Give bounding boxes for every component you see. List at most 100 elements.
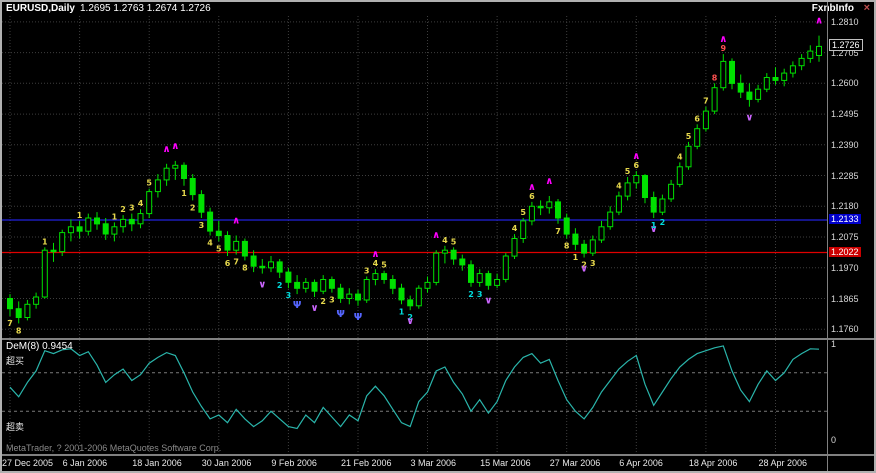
svg-text:3: 3 — [129, 204, 135, 213]
price-axis-label: 1.1865 — [831, 294, 859, 304]
svg-text:7: 7 — [233, 258, 239, 267]
svg-text:4: 4 — [677, 152, 683, 161]
svg-text:∧: ∧ — [528, 182, 536, 193]
svg-text:∨: ∨ — [258, 280, 266, 291]
svg-text:2: 2 — [277, 281, 283, 290]
time-axis-label: 18 Jan 2006 — [132, 458, 182, 468]
svg-text:8: 8 — [16, 326, 22, 335]
svg-text:Ψ: Ψ — [293, 300, 302, 311]
price-axis-label: 1.2390 — [831, 140, 859, 150]
svg-text:1: 1 — [42, 237, 48, 246]
svg-text:∧: ∧ — [815, 16, 823, 27]
svg-text:5: 5 — [216, 244, 222, 253]
time-axis-label: 6 Jan 2006 — [63, 458, 108, 468]
svg-text:∧: ∧ — [171, 141, 179, 152]
hline-price-label: 1.2133 — [829, 214, 861, 224]
svg-text:5: 5 — [520, 208, 526, 217]
svg-text:5: 5 — [625, 167, 631, 176]
svg-text:2: 2 — [320, 297, 326, 306]
svg-text:1: 1 — [573, 253, 579, 262]
svg-text:2: 2 — [190, 203, 196, 212]
time-axis-label: 9 Feb 2006 — [271, 458, 317, 468]
svg-text:∧: ∧ — [163, 144, 171, 155]
svg-text:Ψ: Ψ — [354, 312, 363, 323]
svg-text:7: 7 — [7, 319, 13, 328]
svg-text:∧: ∧ — [719, 34, 727, 45]
time-axis: 27 Dec 2005 6 Jan 2006 18 Jan 2006 30 Jan 2… — [2, 456, 827, 471]
price-axis-label: 1.2600 — [831, 78, 859, 88]
price-axis-label: 1.2495 — [831, 109, 859, 119]
titlebar: EURUSD,Daily 1.2695 1.2763 1.2674 1.2726… — [2, 2, 874, 16]
time-axis-label: 27 Mar 2006 — [550, 458, 601, 468]
copyright-text: MetaTrader, ? 2001-2006 MetaQuotes Softw… — [6, 443, 221, 453]
time-axis-label: 30 Jan 2006 — [202, 458, 252, 468]
price-chart[interactable]: 781112345∧∧12345678∧∨23Ψ∨23ΨΨ345∧12∨∧452… — [2, 16, 827, 338]
svg-text:7: 7 — [555, 227, 561, 236]
demarker-chart[interactable] — [2, 340, 827, 454]
price-axis-label: 1.2810 — [831, 17, 859, 27]
svg-text:1: 1 — [651, 221, 657, 230]
svg-text:5: 5 — [146, 179, 152, 188]
indicator-axis-label: 1 — [831, 339, 836, 349]
indicator-name: DeM(8) — [6, 341, 39, 352]
svg-text:3: 3 — [364, 267, 370, 276]
svg-text:1: 1 — [112, 212, 118, 221]
price-chart-area[interactable]: 781112345∧∧12345678∧∨23Ψ∨23ΨΨ345∧12∨∧452… — [2, 16, 827, 338]
svg-text:∨: ∨ — [310, 303, 318, 314]
svg-text:6: 6 — [694, 114, 700, 123]
svg-text:2: 2 — [468, 290, 474, 299]
svg-text:7: 7 — [703, 97, 709, 106]
indicator-label: DeM(8) 0.9454 — [6, 341, 73, 352]
indicator-panel[interactable]: DeM(8) 0.9454 超买 超卖 MetaTrader, ? 2001-2… — [2, 340, 827, 454]
svg-text:∨: ∨ — [406, 316, 414, 327]
chart-title: EURUSD,Daily — [6, 3, 75, 14]
svg-text:2: 2 — [120, 205, 126, 214]
oversold-label: 超卖 — [6, 420, 24, 433]
overbought-label: 超买 — [6, 354, 24, 367]
ohlc-readout: 1.2695 1.2763 1.2674 1.2726 — [80, 3, 211, 14]
svg-text:8: 8 — [712, 73, 718, 82]
svg-text:3: 3 — [199, 221, 205, 230]
svg-text:3: 3 — [590, 259, 596, 268]
svg-text:3: 3 — [477, 290, 483, 299]
svg-text:4: 4 — [138, 199, 144, 208]
price-axis-label: 1.1970 — [831, 263, 859, 273]
indicator-axis-label: 0 — [831, 435, 836, 445]
svg-text:1: 1 — [181, 189, 187, 198]
svg-text:6: 6 — [225, 259, 231, 268]
svg-text:∧: ∧ — [632, 151, 640, 162]
time-axis-label: 18 Apr 2006 — [689, 458, 738, 468]
svg-text:5: 5 — [381, 261, 387, 270]
svg-text:1: 1 — [77, 211, 83, 220]
svg-text:4: 4 — [207, 239, 213, 248]
svg-text:4: 4 — [373, 259, 379, 268]
svg-text:1: 1 — [399, 307, 405, 316]
svg-text:8: 8 — [242, 263, 248, 272]
time-axis-label: 27 Dec 2005 — [2, 458, 53, 468]
svg-text:∧: ∧ — [371, 249, 379, 260]
price-axis-label: 1.2180 — [831, 201, 859, 211]
time-axis-label: 3 Mar 2006 — [411, 458, 457, 468]
svg-text:∧: ∧ — [545, 176, 553, 187]
svg-text:3: 3 — [329, 296, 335, 305]
price-axis: 1.28101.27051.26001.24951.23901.22851.21… — [828, 2, 874, 471]
price-axis-label: 1.2285 — [831, 171, 859, 181]
time-axis-label: 21 Feb 2006 — [341, 458, 392, 468]
hline-price-label: 1.2022 — [829, 247, 861, 257]
current-price-label: 1.2726 — [829, 39, 863, 51]
svg-text:4: 4 — [512, 224, 518, 233]
time-axis-label: 28 Apr 2006 — [759, 458, 808, 468]
indicator-value: 0.9454 — [42, 341, 73, 352]
chart-window: EURUSD,Daily 1.2695 1.2763 1.2674 1.2726… — [0, 0, 876, 473]
svg-text:5: 5 — [451, 237, 457, 246]
svg-text:∧: ∧ — [432, 230, 440, 241]
svg-text:4: 4 — [442, 236, 448, 245]
time-axis-label: 6 Apr 2006 — [619, 458, 663, 468]
svg-text:∧: ∧ — [232, 216, 240, 227]
svg-text:8: 8 — [564, 242, 570, 251]
svg-text:5: 5 — [686, 132, 692, 141]
svg-text:∨: ∨ — [484, 296, 492, 307]
svg-text:6: 6 — [634, 161, 640, 170]
svg-text:3: 3 — [286, 291, 292, 300]
svg-text:4: 4 — [616, 182, 622, 191]
